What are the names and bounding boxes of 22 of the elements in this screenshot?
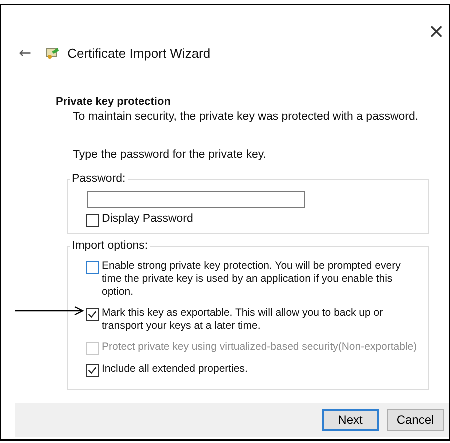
checkbox-label: Include all extended properties. bbox=[102, 363, 249, 376]
checkbox[interactable] bbox=[86, 308, 99, 321]
window-title: Certificate Import Wizard bbox=[68, 46, 211, 60]
instruction-text: Type the password for the private key. bbox=[73, 149, 268, 161]
checkbox[interactable] bbox=[86, 214, 99, 227]
page-subtitle: To maintain security, the private key was protected with a password. bbox=[73, 111, 420, 123]
password-field[interactable] bbox=[87, 191, 305, 208]
checkbox-label: Display Password bbox=[102, 213, 194, 225]
group-legend: Import options: bbox=[70, 240, 150, 252]
back-button[interactable]: ← bbox=[19, 44, 32, 62]
certificate-icon bbox=[46, 46, 60, 60]
checkbox[interactable] bbox=[86, 364, 99, 377]
pointer-arrow bbox=[15, 306, 85, 316]
next-button[interactable]: Next bbox=[322, 409, 379, 431]
checkbox[interactable] bbox=[86, 261, 99, 274]
cancel-button[interactable]: Cancel bbox=[387, 409, 444, 431]
group-legend: Password: bbox=[70, 173, 128, 185]
checkbox-label: Protect private key using virtualized-based security(Non-exportable) bbox=[102, 341, 418, 354]
close-button[interactable]: × bbox=[428, 21, 449, 41]
page-heading: Private key protection bbox=[56, 96, 172, 108]
checkbox-label: Mark this key as exportable. This will allow you to back up or transport your keys at a later time. bbox=[102, 307, 384, 333]
checkbox-label: Enable strong private key protection. You will be prompted every time the private key is used by an application if you enable this option. bbox=[102, 260, 402, 299]
